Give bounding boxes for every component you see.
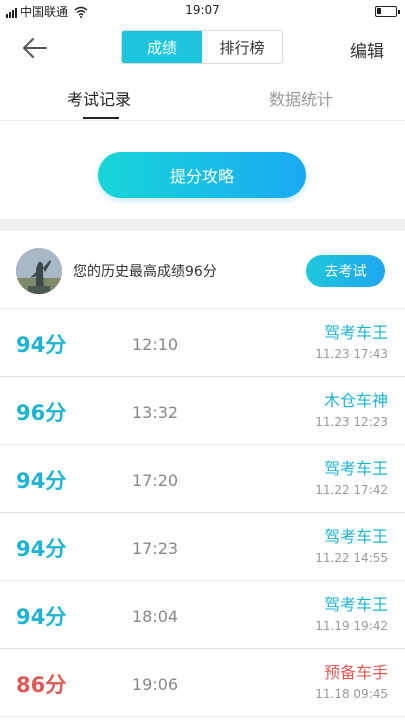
- header: 成绩 排行榜 编辑: [0, 22, 405, 74]
- record-duration: 12:10: [132, 335, 179, 354]
- record-date: 11.22 14:55: [315, 551, 388, 565]
- record-row[interactable]: 94分 17:23 驾考车王 11.22 14:55: [0, 513, 405, 581]
- record-date: 11.22 17:42: [315, 483, 388, 497]
- record-duration: 18:04: [132, 607, 179, 626]
- record-rank-title: 驾考车王: [323, 595, 388, 614]
- avatar-statue-image: [16, 248, 62, 294]
- record-duration: 13:32: [132, 403, 179, 422]
- record-score: 94分: [16, 537, 67, 561]
- avatar[interactable]: [16, 248, 62, 294]
- tab-scores[interactable]: 成绩: [122, 31, 202, 63]
- record-date: 11.19 19:42: [315, 619, 388, 633]
- tab-data-stats[interactable]: 数据统计: [269, 86, 333, 110]
- best-score-text: 您的历史最高成绩96分: [73, 264, 217, 280]
- record-rank-title: 预备车手: [323, 663, 388, 682]
- record-score: 94分: [16, 605, 67, 629]
- record-rank-title: 驾考车王: [323, 527, 388, 546]
- record-score: 94分: [16, 469, 67, 493]
- divider: [0, 120, 405, 121]
- record-row[interactable]: 86分 19:06 预备车手 11.18 09:45: [0, 649, 405, 717]
- record-duration: 17:20: [132, 471, 179, 490]
- record-rank-title: 驾考车王: [323, 459, 388, 478]
- record-date: 11.23 12:23: [315, 415, 388, 429]
- tab-exam-records[interactable]: 考试记录: [67, 86, 131, 110]
- go-exam-button[interactable]: 去考试: [306, 255, 385, 287]
- tab-leaderboard[interactable]: 排行榜: [202, 31, 282, 63]
- record-date: 11.23 17:43: [315, 347, 388, 361]
- clock: 19:07: [185, 3, 220, 17]
- improve-score-button[interactable]: 提分攻略: [98, 152, 306, 198]
- record-date: 11.18 09:45: [315, 687, 388, 701]
- record-row[interactable]: 96分 13:32 木仓车神 11.23 12:23: [0, 377, 405, 445]
- record-score: 94分: [16, 333, 67, 357]
- record-score: 86分: [16, 673, 67, 697]
- record-row[interactable]: 94分 17:20 驾考车王 11.22 17:42: [0, 445, 405, 513]
- record-row[interactable]: 94分 12:10 驾考车王 11.23 17:43: [0, 309, 405, 377]
- active-tab-indicator: [83, 117, 119, 119]
- record-score: 96分: [16, 401, 67, 425]
- record-rank-title: 木仓车神: [323, 391, 388, 410]
- exam-record-list: 94分 12:10 驾考车王 11.23 17:43 96分 13:32 木仓车…: [0, 309, 405, 717]
- best-score-row: 您的历史最高成绩96分 去考试: [0, 231, 405, 309]
- battery-icon: [375, 6, 400, 17]
- record-duration: 19:06: [132, 675, 179, 694]
- record-row[interactable]: 94分 18:04 驾考车王 11.19 19:42: [0, 581, 405, 649]
- subtabs: 考试记录 数据统计: [0, 80, 405, 120]
- record-duration: 17:23: [132, 539, 179, 558]
- status-bar: 中国联通 19:07: [0, 0, 405, 22]
- section-gap: [0, 219, 405, 231]
- segment-control: 成绩 排行榜: [121, 30, 283, 64]
- back-arrow-icon[interactable]: [20, 36, 50, 60]
- record-rank-title: 驾考车王: [323, 323, 388, 342]
- edit-button[interactable]: 编辑: [350, 37, 384, 62]
